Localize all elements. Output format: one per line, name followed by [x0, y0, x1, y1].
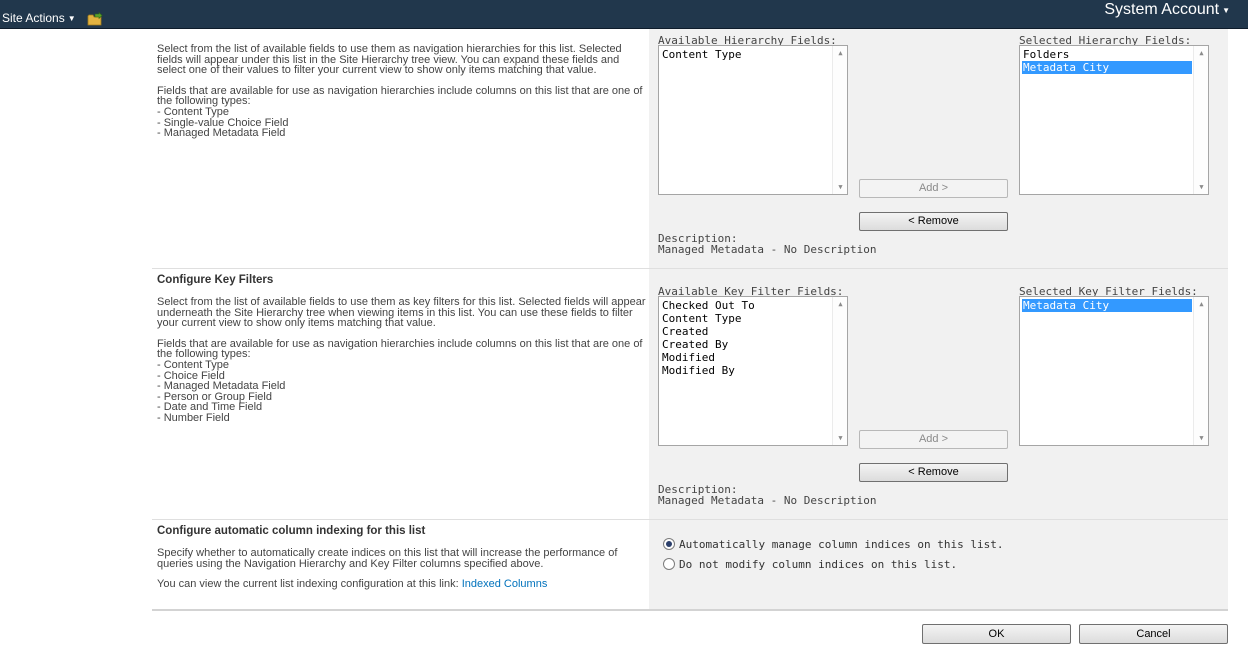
hierarchy-desc-2: Fields that are available for use as nav… [157, 84, 643, 140]
listbox-scrollbar[interactable]: ▲ ▼ [832, 297, 847, 445]
site-actions-label: Site Actions [2, 11, 65, 25]
user-name: System Account [1104, 1, 1220, 18]
scroll-up-icon[interactable]: ▲ [833, 299, 847, 309]
hierarchy-section-description: Select from the list of available fields… [152, 44, 649, 149]
key-filters-section-description: Configure Key Filters Select from the li… [152, 273, 649, 434]
indexing-desc-2: You can view the current list indexing c… [157, 579, 649, 590]
list-item[interactable]: Modified [661, 351, 831, 364]
chevron-down-icon: ▼ [1222, 6, 1230, 15]
radio-auto-manage[interactable]: Automatically manage column indices on t… [663, 538, 1004, 552]
list-item-selected[interactable]: Metadata City [1022, 61, 1192, 74]
hierarchy-desc-1: Select from the list of available fields… [157, 43, 622, 77]
listbox-scrollbar[interactable]: ▲ ▼ [1193, 46, 1208, 194]
radio-label: Do not modify column indices on this lis… [679, 558, 958, 571]
radio-button[interactable] [663, 558, 675, 570]
indexing-section-description: Configure automatic column indexing for … [152, 524, 649, 600]
ok-button[interactable]: OK [922, 624, 1071, 644]
scroll-up-icon[interactable]: ▲ [1194, 299, 1208, 309]
list-item[interactable]: Created By [661, 338, 831, 351]
list-item[interactable]: Folders [1022, 48, 1192, 61]
list-item[interactable]: Created [661, 325, 831, 338]
chevron-down-icon: ▼ [67, 14, 76, 23]
scroll-down-icon[interactable]: ▼ [1194, 182, 1208, 192]
key-filters-desc-1: Select from the list of available fields… [157, 296, 646, 330]
section-title: Configure Key Filters [157, 274, 274, 286]
description-value: Managed Metadata - No Description [658, 494, 877, 507]
indexing-desc-1: Specify whether to automatically create … [157, 547, 618, 570]
key-filter-add-button[interactable]: Add > [859, 430, 1008, 449]
hierarchy-add-button[interactable]: Add > [859, 179, 1008, 198]
hierarchy-remove-button[interactable]: < Remove [859, 212, 1008, 231]
section-divider [152, 609, 1228, 611]
list-item[interactable]: Checked Out To [661, 299, 831, 312]
selected-hierarchy-listbox[interactable]: Folders Metadata City ▲ ▼ [1019, 45, 1209, 195]
key-filter-remove-button[interactable]: < Remove [859, 463, 1008, 482]
list-item[interactable]: Modified By [661, 364, 831, 377]
listbox-scrollbar[interactable]: ▲ ▼ [1193, 297, 1208, 445]
cancel-button[interactable]: Cancel [1079, 624, 1228, 644]
scroll-down-icon[interactable]: ▼ [1194, 433, 1208, 443]
list-item[interactable]: Content Type [661, 48, 831, 61]
listbox-scrollbar[interactable]: ▲ ▼ [832, 46, 847, 194]
section-title: Configure automatic column indexing for … [157, 525, 426, 537]
radio-button-checked[interactable] [663, 538, 675, 550]
top-bar: Site Actions ▼ System Account ▼ [0, 0, 1248, 29]
scroll-up-icon[interactable]: ▲ [1194, 48, 1208, 58]
indexing-link-prefix: You can view the current list indexing c… [157, 578, 462, 591]
available-key-filter-listbox[interactable]: Checked Out To Content Type Created Crea… [658, 296, 848, 446]
list-item-selected[interactable]: Metadata City [1022, 299, 1192, 312]
key-filters-desc-2: Fields that are available for use as nav… [157, 337, 643, 424]
scroll-down-icon[interactable]: ▼ [833, 182, 847, 192]
radio-label: Automatically manage column indices on t… [679, 538, 1004, 551]
user-menu[interactable]: System Account ▼ [1104, 1, 1230, 19]
indexed-columns-link[interactable]: Indexed Columns [462, 578, 548, 590]
list-item[interactable]: Content Type [661, 312, 831, 325]
radio-do-not-modify[interactable]: Do not modify column indices on this lis… [663, 558, 957, 572]
scroll-down-icon[interactable]: ▼ [833, 433, 847, 443]
key-filter-field-description: Description: Managed Metadata - No Descr… [658, 484, 877, 506]
navigate-up-folder-icon[interactable] [87, 12, 103, 26]
description-value: Managed Metadata - No Description [658, 243, 877, 256]
selected-key-filter-listbox[interactable]: Metadata City ▲ ▼ [1019, 296, 1209, 446]
site-actions-menu[interactable]: Site Actions ▼ [2, 11, 76, 25]
scroll-up-icon[interactable]: ▲ [833, 48, 847, 58]
hierarchy-field-description: Description: Managed Metadata - No Descr… [658, 233, 877, 255]
available-hierarchy-listbox[interactable]: Content Type ▲ ▼ [658, 45, 848, 195]
